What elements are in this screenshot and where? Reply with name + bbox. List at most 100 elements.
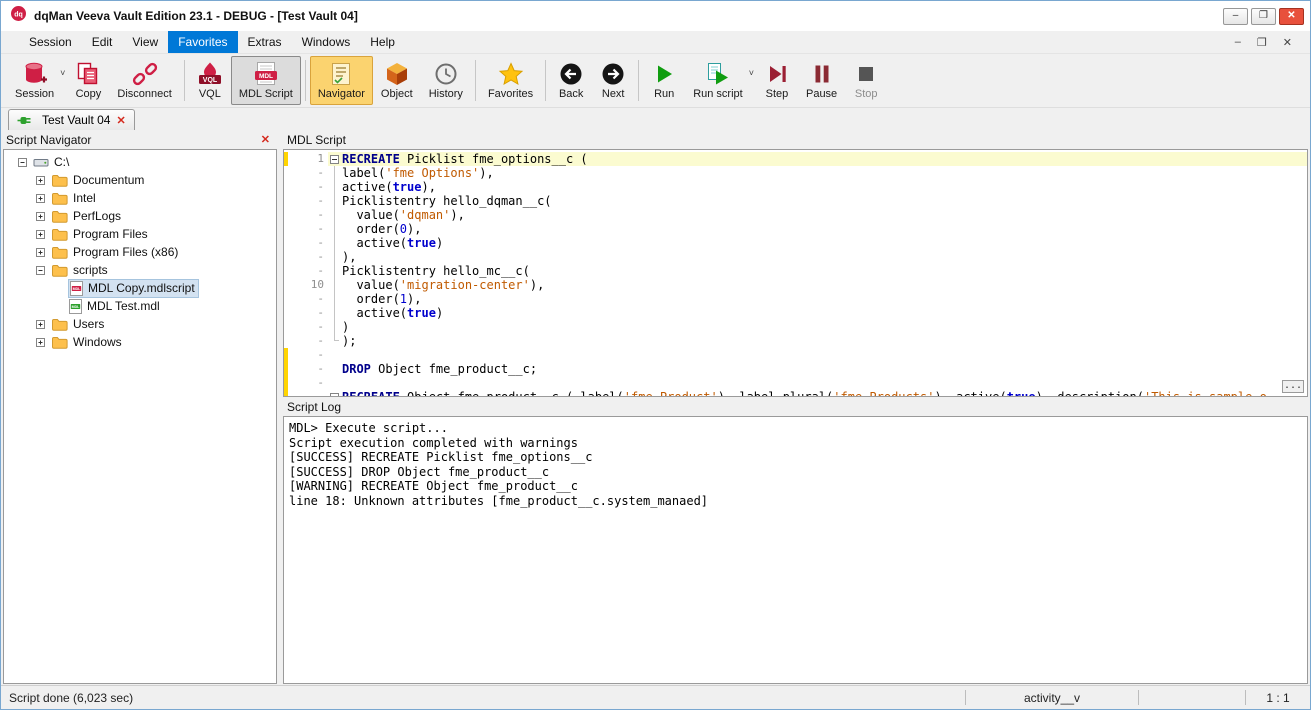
toolbar-button-label: Pause bbox=[806, 88, 837, 100]
tab-close-icon[interactable]: ✕ bbox=[116, 114, 125, 127]
status-message: Script done (6,023 sec) bbox=[1, 691, 965, 705]
mdi-window-controls: – ❐ ✕ bbox=[1227, 31, 1310, 53]
code-line[interactable]: - bbox=[284, 348, 1307, 362]
maximize-button[interactable]: ❐ bbox=[1251, 8, 1276, 25]
drive-icon bbox=[33, 155, 49, 170]
code-line[interactable]: -RECREATE Object fme_product__c ( label(… bbox=[284, 390, 1307, 397]
line-number: - bbox=[288, 194, 328, 208]
mdi-close-icon[interactable]: ✕ bbox=[1275, 36, 1300, 49]
toolbar-button-session[interactable]: Session bbox=[7, 56, 62, 105]
fold-collapse-icon[interactable] bbox=[330, 155, 339, 164]
fold-margin bbox=[328, 292, 341, 306]
toolbar-button-label: Run script bbox=[693, 88, 743, 100]
fold-collapse-icon[interactable] bbox=[330, 393, 339, 398]
tree-item-users[interactable]: Users bbox=[4, 315, 276, 333]
fold-margin[interactable] bbox=[328, 390, 341, 397]
script-navigator-panel: Script Navigator ✕ C:\DocumentumIntelPer… bbox=[1, 130, 277, 685]
tree-item-label: Intel bbox=[73, 191, 96, 205]
toolbar-button-pause[interactable]: Pause bbox=[798, 56, 845, 105]
menu-edit[interactable]: Edit bbox=[82, 31, 123, 53]
code-line[interactable]: 1RECREATE Picklist fme_options__c ( bbox=[284, 152, 1307, 166]
code-line[interactable]: -); bbox=[284, 334, 1307, 348]
toolbar-button-disconnect[interactable]: Disconnect bbox=[109, 56, 179, 105]
toolbar-button-favorites[interactable]: Favorites bbox=[480, 56, 541, 105]
toolbar-button-mdl-script[interactable]: MDLMDL Script bbox=[231, 56, 301, 105]
code-line[interactable]: -) bbox=[284, 320, 1307, 334]
toolbar-button-next[interactable]: Next bbox=[592, 56, 634, 105]
code-line[interactable]: -Picklistentry hello_dqman__c( bbox=[284, 194, 1307, 208]
tab-test-vault-04[interactable]: Test Vault 04 ✕ bbox=[8, 109, 135, 130]
code-editor[interactable]: 1RECREATE Picklist fme_options__c (-labe… bbox=[283, 149, 1308, 397]
script-log-output[interactable]: MDL> Execute script...Script execution c… bbox=[283, 416, 1308, 684]
mdi-restore-icon[interactable]: ❐ bbox=[1249, 36, 1275, 49]
code-line[interactable]: -DROP Object fme_product__c; bbox=[284, 362, 1307, 376]
fold-margin[interactable] bbox=[328, 152, 341, 166]
tree-item-mdl-copy-mdlscript[interactable]: MDLMDL Copy.mdlscript bbox=[4, 279, 276, 297]
expand-minus-icon[interactable] bbox=[36, 266, 45, 275]
code-text: active(true) bbox=[341, 236, 1307, 250]
status-separator bbox=[1138, 690, 1139, 705]
close-button[interactable]: ✕ bbox=[1279, 8, 1304, 25]
toolbar-button-step[interactable]: Step bbox=[756, 56, 798, 105]
expand-plus-icon[interactable] bbox=[36, 212, 45, 221]
toolbar-button-copy[interactable]: Copy bbox=[67, 56, 109, 105]
tree-item-mdl-test-mdl[interactable]: MDLMDL Test.mdl bbox=[4, 297, 276, 315]
expand-plus-icon[interactable] bbox=[36, 248, 45, 257]
code-line[interactable]: - bbox=[284, 376, 1307, 390]
expand-minus-icon[interactable] bbox=[18, 158, 27, 167]
toolbar-button-history[interactable]: History bbox=[421, 56, 471, 105]
menu-help[interactable]: Help bbox=[360, 31, 405, 53]
toolbar-button-stop[interactable]: Stop bbox=[845, 56, 887, 105]
code-line[interactable]: - order(0), bbox=[284, 222, 1307, 236]
toolbar-button-vql[interactable]: VQLVQL bbox=[189, 56, 231, 105]
toolbar-button-label: Copy bbox=[76, 88, 102, 100]
tree-item-intel[interactable]: Intel bbox=[4, 189, 276, 207]
minimize-button[interactable]: – bbox=[1223, 8, 1248, 25]
tree-item-windows[interactable]: Windows bbox=[4, 333, 276, 351]
tree-item-c-[interactable]: C:\ bbox=[4, 153, 276, 171]
expand-plus-icon[interactable] bbox=[36, 194, 45, 203]
folder-icon bbox=[51, 209, 68, 224]
mdi-minimize-icon[interactable]: – bbox=[1227, 36, 1249, 48]
expand-plus-icon[interactable] bbox=[36, 176, 45, 185]
tree-item-documentum[interactable]: Documentum bbox=[4, 171, 276, 189]
toolbar-button-object[interactable]: Object bbox=[373, 56, 421, 105]
toolbar-button-back[interactable]: Back bbox=[550, 56, 592, 105]
code-line[interactable]: -label('fme Options'), bbox=[284, 166, 1307, 180]
expand-plus-icon[interactable] bbox=[36, 320, 45, 329]
chevron-down-icon[interactable]: ˅ bbox=[749, 68, 754, 78]
line-number: - bbox=[288, 264, 328, 278]
toolbar-button-navigator[interactable]: Navigator bbox=[310, 56, 373, 105]
chevron-down-icon[interactable]: ˅ bbox=[60, 68, 65, 78]
script-navigator-close-icon[interactable]: ✕ bbox=[261, 133, 270, 146]
toolbar-button-run[interactable]: Run bbox=[643, 56, 685, 105]
code-line[interactable]: - active(true) bbox=[284, 306, 1307, 320]
code-line[interactable]: - active(true) bbox=[284, 236, 1307, 250]
toolbar-separator bbox=[545, 60, 546, 101]
tree-item-scripts[interactable]: scripts bbox=[4, 261, 276, 279]
tree-item-label: C:\ bbox=[54, 155, 69, 169]
code-line[interactable]: - order(1), bbox=[284, 292, 1307, 306]
menu-view[interactable]: View bbox=[122, 31, 168, 53]
step-icon bbox=[764, 60, 790, 88]
copy-icon bbox=[75, 60, 101, 88]
tree-item-program-files[interactable]: Program Files bbox=[4, 225, 276, 243]
toolbar-button-run-script[interactable]: Run script bbox=[685, 56, 751, 105]
editor-overflow-button[interactable]: ... bbox=[1282, 380, 1304, 393]
menu-windows[interactable]: Windows bbox=[292, 31, 361, 53]
expand-plus-icon[interactable] bbox=[36, 230, 45, 239]
code-line[interactable]: -), bbox=[284, 250, 1307, 264]
code-line[interactable]: -Picklistentry hello_mc__c( bbox=[284, 264, 1307, 278]
toolbar-separator bbox=[184, 60, 185, 101]
code-line[interactable]: -active(true), bbox=[284, 180, 1307, 194]
menu-favorites[interactable]: Favorites bbox=[168, 31, 237, 53]
expand-plus-icon[interactable] bbox=[36, 338, 45, 347]
menu-session[interactable]: Session bbox=[19, 31, 82, 53]
tree-item-perflogs[interactable]: PerfLogs bbox=[4, 207, 276, 225]
menu-extras[interactable]: Extras bbox=[238, 31, 292, 53]
code-line[interactable]: - value('dqman'), bbox=[284, 208, 1307, 222]
tree-entry: Users bbox=[50, 316, 107, 333]
tree-item-program-files-x86-[interactable]: Program Files (x86) bbox=[4, 243, 276, 261]
code-line[interactable]: 10 value('migration-center'), bbox=[284, 278, 1307, 292]
code-text: Picklistentry hello_dqman__c( bbox=[341, 194, 1307, 208]
